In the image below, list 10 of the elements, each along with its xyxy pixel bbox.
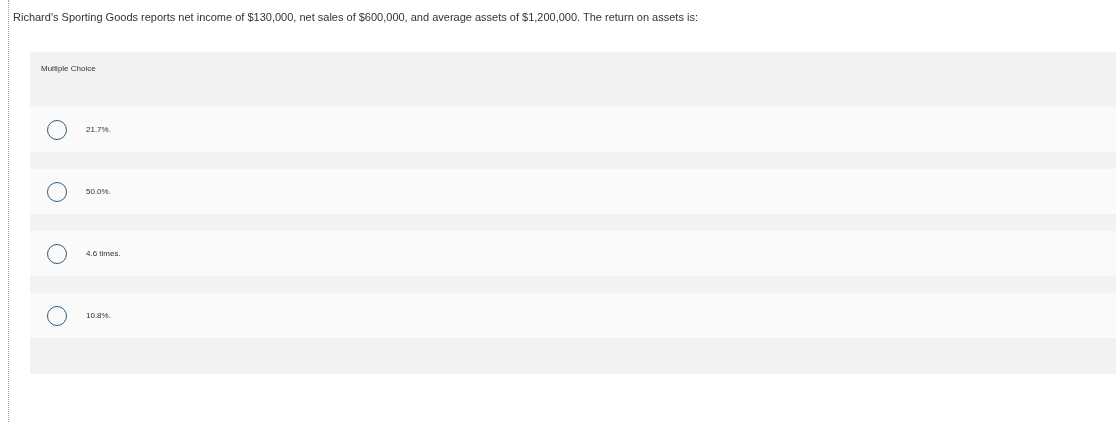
option-label: 4.6 times. [86,247,121,260]
section-heading: Multiple Choice [41,63,96,75]
option-label: 50.0%. [86,185,111,198]
answer-option[interactable]: 4.6 times. [30,231,1116,276]
answer-option[interactable]: 21.7%. [30,107,1116,152]
question-text: Richard's Sporting Goods reports net income of $130,000, net sales of $600,000, and average assets of $1,200,000. The return on assets is: [13,10,699,24]
option-label: 10.8%. [86,309,111,322]
option-label: 21.7%. [86,123,111,136]
answer-option[interactable]: 10.8%. [30,293,1116,338]
answer-option[interactable]: 50.0%. [30,169,1116,214]
